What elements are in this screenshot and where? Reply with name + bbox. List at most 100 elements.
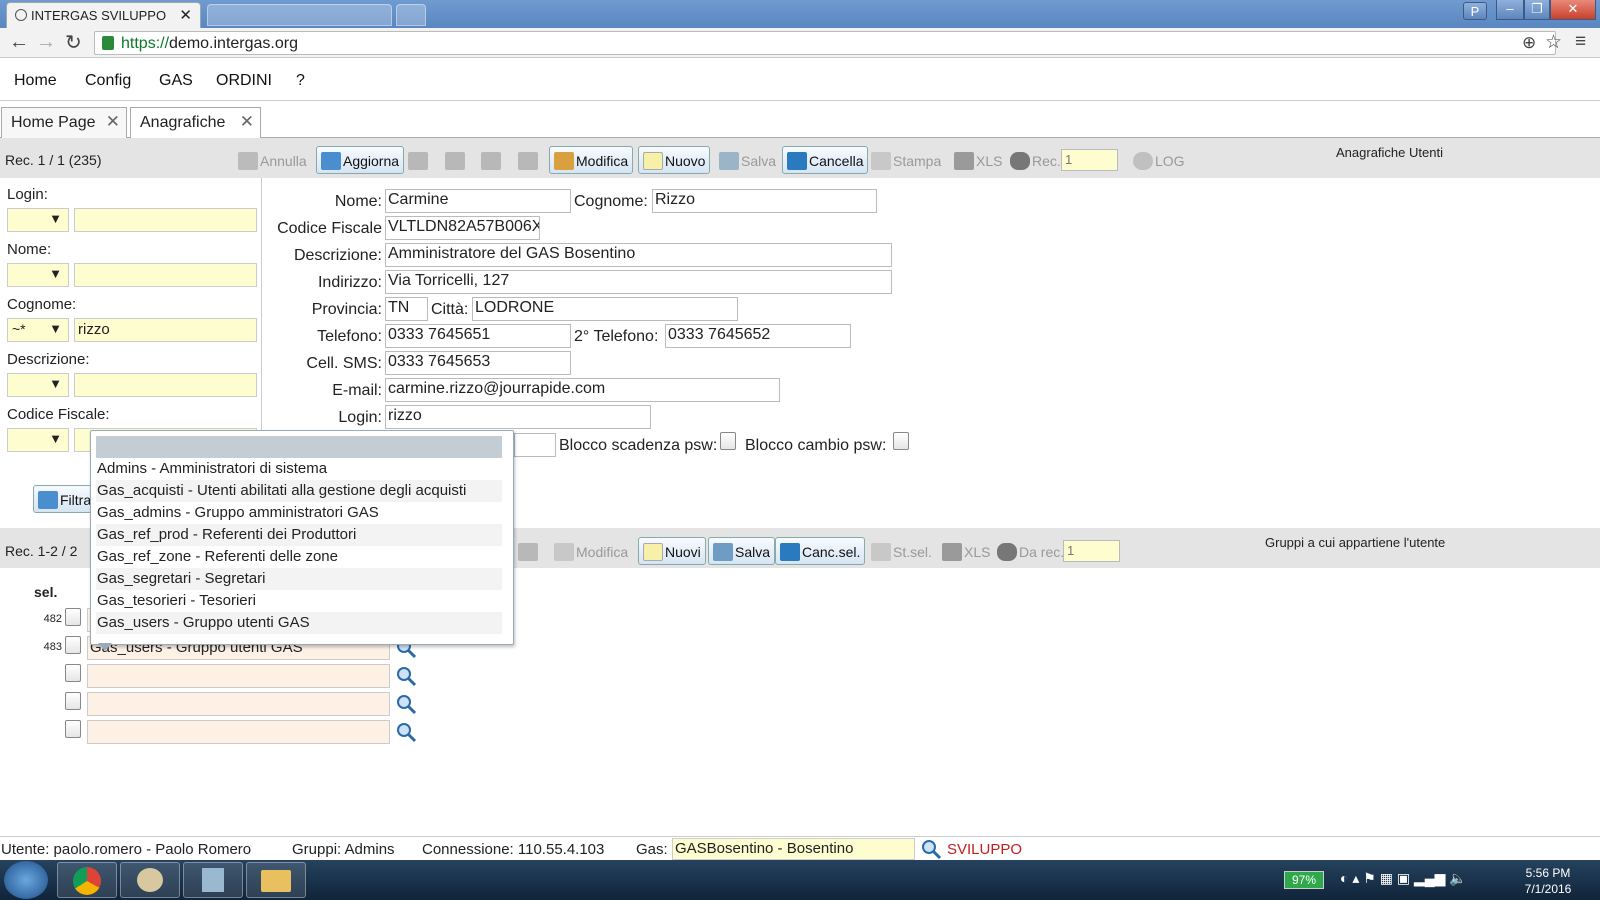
- dropdown-option[interactable]: Gas_users - Gruppo utenti GAS: [96, 612, 502, 634]
- lookup-icon[interactable]: [395, 665, 417, 687]
- window-close-icon[interactable]: ✕: [1550, 0, 1596, 20]
- group-field[interactable]: [87, 720, 390, 744]
- first-record-button[interactable]: [403, 146, 433, 174]
- blocco-cambio-checkbox[interactable]: [893, 432, 909, 450]
- dropdown-option[interactable]: Gas_ref_zone - Referenti delle zone: [96, 546, 502, 568]
- provincia-field[interactable]: TN: [385, 297, 428, 321]
- login-field[interactable]: rizzo: [385, 405, 651, 429]
- row-select-checkbox[interactable]: [65, 636, 81, 654]
- dropdown-option[interactable]: Admins - Amministratori di sistema: [96, 458, 502, 480]
- lookup-icon[interactable]: [395, 693, 417, 715]
- telefono-field[interactable]: 0333 7645651: [385, 324, 571, 348]
- url-field[interactable]: https://demo.intergas.org: [94, 31, 1556, 55]
- lookup-icon[interactable]: [395, 721, 417, 743]
- taskbar-explorer-icon[interactable]: [246, 862, 306, 898]
- dropdown-option-empty[interactable]: [96, 436, 502, 458]
- da-rec-button[interactable]: Da rec.: [992, 537, 1069, 565]
- annulla-button[interactable]: Annulla: [233, 146, 312, 174]
- battery-indicator[interactable]: 97%: [1284, 871, 1324, 889]
- codice-fiscale-field[interactable]: VLTLDN82A57B006X: [385, 216, 540, 240]
- groups-salva-button[interactable]: Salva: [708, 537, 776, 565]
- telefono2-field[interactable]: 0333 7645652: [665, 324, 851, 348]
- stampa-button[interactable]: Stampa: [866, 146, 946, 174]
- zoom-icon[interactable]: ⊕: [1522, 33, 1536, 53]
- salva-button[interactable]: Salva: [714, 146, 781, 174]
- filter-nome-input[interactable]: [74, 263, 257, 287]
- cancella-button[interactable]: Cancella: [782, 146, 869, 174]
- browser-tab-background[interactable]: [207, 4, 392, 26]
- bookmark-star-icon[interactable]: ☆: [1545, 31, 1562, 54]
- email-field[interactable]: carmine.rizzo@jourrapide.com: [385, 378, 780, 402]
- back-icon[interactable]: ←: [9, 31, 29, 54]
- rec-jump-button[interactable]: Rec.: [1005, 146, 1066, 174]
- filter-login-operator[interactable]: ▼: [7, 208, 69, 232]
- tab-close-icon[interactable]: ✕: [240, 112, 254, 132]
- last-record-button[interactable]: [513, 146, 543, 174]
- group-field[interactable]: [87, 692, 390, 716]
- rec-jump-input[interactable]: 1: [1061, 149, 1118, 171]
- start-button-icon[interactable]: [4, 861, 48, 899]
- groups-xls-button[interactable]: XLS: [937, 537, 995, 565]
- group-field[interactable]: [87, 664, 390, 688]
- row-select-checkbox[interactable]: [65, 720, 81, 738]
- browser-menu-icon[interactable]: ≡: [1575, 31, 1586, 53]
- taskbar-app-icon[interactable]: [183, 862, 243, 898]
- dropdown-option[interactable]: Gas_ref_prod - Referenti dei Produttori: [96, 524, 502, 546]
- next-record-button[interactable]: [476, 146, 506, 174]
- browser-tab-active[interactable]: INTERGAS SVILUPPO ✕: [6, 2, 201, 28]
- filter-descrizione-input[interactable]: [74, 373, 257, 397]
- clock-time[interactable]: 5:56 PM: [1518, 866, 1578, 880]
- indirizzo-field[interactable]: Via Torricelli, 127: [385, 270, 892, 294]
- taskbar-paint-icon[interactable]: [120, 862, 180, 898]
- menu-ordini[interactable]: ORDINI: [216, 72, 272, 90]
- menu-gas[interactable]: GAS: [159, 72, 193, 90]
- row-select-checkbox[interactable]: [65, 608, 81, 626]
- dropdown-option[interactable]: Gas_tesorieri - Tesorieri: [96, 590, 502, 612]
- taskbar-chrome-icon[interactable]: [57, 862, 117, 898]
- xls-button[interactable]: XLS: [949, 146, 1007, 174]
- dropdown-option[interactable]: Gas_admins - Gruppo amministratori GAS: [96, 502, 502, 524]
- menu-config[interactable]: Config: [85, 72, 131, 90]
- password-field[interactable]: [514, 433, 556, 457]
- tab-anagrafiche[interactable]: Anagrafiche ✕: [130, 107, 261, 138]
- menu-home[interactable]: Home: [14, 72, 57, 90]
- forward-icon[interactable]: →: [36, 31, 56, 54]
- blocco-scadenza-checkbox[interactable]: [720, 432, 736, 450]
- modifica-button[interactable]: Modifica: [549, 146, 634, 174]
- nuovi-button[interactable]: Nuovi: [638, 537, 706, 565]
- dropdown-option[interactable]: Gas_segretari - Segretari: [96, 568, 502, 590]
- nuovo-button[interactable]: Nuovo: [638, 146, 711, 174]
- minimize-icon[interactable]: –: [1496, 0, 1524, 20]
- filtra-button[interactable]: Filtra: [33, 485, 93, 513]
- tray-icons[interactable]: ◐ ▴ ⚑ ▦ ▣ ▂▄▆ 🔈: [1340, 870, 1467, 887]
- dropdown-option[interactable]: Gas_acquisti - Utenti abilitati alla ges…: [96, 480, 502, 502]
- filter-nome-operator[interactable]: ▼: [7, 263, 69, 287]
- maximize-icon[interactable]: ❐: [1524, 0, 1550, 20]
- groups-last-button[interactable]: [513, 537, 543, 565]
- nome-field[interactable]: Carmine: [385, 189, 571, 213]
- profile-icon[interactable]: P: [1463, 2, 1487, 20]
- gas-lookup-icon[interactable]: [920, 838, 942, 860]
- canc-sel-button[interactable]: Canc.sel.: [775, 537, 866, 565]
- descrizione-field[interactable]: Amministratore del GAS Bosentino: [385, 243, 892, 267]
- clock-date[interactable]: 7/1/2016: [1518, 882, 1578, 896]
- prev-record-button[interactable]: [440, 146, 470, 174]
- status-gas-field[interactable]: GASBosentino - Bosentino: [672, 838, 915, 860]
- row-select-checkbox[interactable]: [65, 692, 81, 710]
- tab-close-icon[interactable]: ✕: [106, 112, 120, 132]
- aggiorna-button[interactable]: Aggiorna: [316, 146, 405, 174]
- menu-help[interactable]: ?: [296, 72, 305, 90]
- da-rec-input[interactable]: 1: [1063, 540, 1120, 562]
- st-sel-button[interactable]: St.sel.: [866, 537, 937, 565]
- cognome-field[interactable]: Rizzo: [652, 189, 877, 213]
- row-select-checkbox[interactable]: [65, 664, 81, 682]
- citta-field[interactable]: LODRONE: [472, 297, 738, 321]
- log-button[interactable]: LOG: [1128, 146, 1190, 174]
- tab-home-page[interactable]: Home Page ✕: [1, 107, 127, 138]
- groups-modifica-button[interactable]: Modifica: [549, 537, 633, 565]
- reload-icon[interactable]: ↻: [65, 30, 82, 55]
- browser-new-tab[interactable]: [396, 4, 426, 26]
- filter-descrizione-operator[interactable]: ▼: [7, 373, 69, 397]
- tab-close-icon[interactable]: ✕: [179, 6, 192, 24]
- filter-codice-fiscale-operator[interactable]: ▼: [7, 428, 69, 452]
